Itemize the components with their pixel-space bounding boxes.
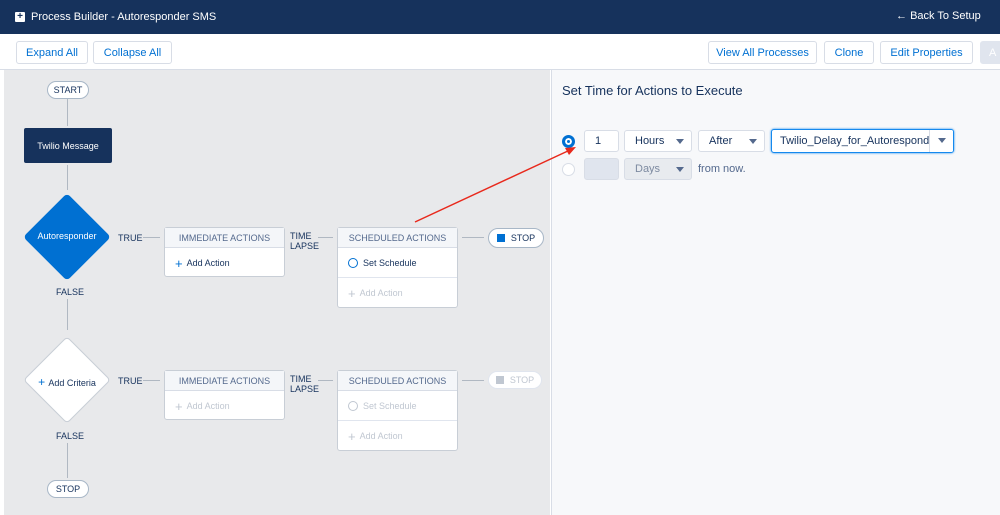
scheduled-actions-header: SCHEDULED ACTIONS — [338, 228, 457, 248]
date-field-select[interactable]: Twilio_Delay_for_Autoresponder — [771, 129, 954, 153]
time-unit-select[interactable]: Hours — [624, 130, 692, 152]
stop-square-icon — [495, 376, 504, 384]
view-all-processes-button[interactable]: View All Processes — [708, 41, 817, 64]
plus-icon: + — [348, 285, 356, 301]
app-header: + Process Builder - Autoresponder SMS ← … — [0, 0, 1000, 34]
activate-button[interactable]: A — [980, 41, 1000, 64]
plus-icon: + — [348, 428, 356, 444]
true-label: TRUE — [118, 376, 143, 386]
scheduled-actions-box: SCHEDULED ACTIONS Set Schedule + Add Acti… — [337, 227, 458, 308]
stop-node-disabled: STOP — [488, 371, 542, 389]
plus-icon: + — [175, 398, 183, 414]
time-lapse-label: TIME LAPSE — [290, 374, 320, 394]
back-to-setup-link[interactable]: ← Back To Setup — [896, 10, 981, 22]
plus-icon: + — [38, 375, 49, 389]
add-action-button: + Add Action — [175, 398, 230, 414]
panel-title: Set Time for Actions to Execute — [562, 83, 743, 98]
radio-option-2[interactable] — [562, 163, 575, 176]
time-number-input[interactable]: 1 — [584, 130, 619, 152]
immediate-actions-box: IMMEDIATE ACTIONS + Add Action — [164, 227, 285, 277]
edit-properties-button[interactable]: Edit Properties — [880, 41, 973, 64]
clock-icon — [348, 400, 358, 411]
immediate-actions-box: IMMEDIATE ACTIONS + Add Action — [164, 370, 285, 420]
scheduled-actions-box: SCHEDULED ACTIONS Set Schedule + Add Acti… — [337, 370, 458, 451]
set-schedule-button[interactable]: Set Schedule — [338, 248, 457, 278]
days-unit-select[interactable]: Days — [624, 158, 692, 180]
plus-icon: + — [175, 255, 183, 271]
chevron-down-icon — [929, 130, 953, 152]
process-builder-icon: + — [15, 12, 25, 22]
page-title: Process Builder - Autoresponder SMS — [31, 11, 217, 23]
collapse-all-button[interactable]: Collapse All — [93, 41, 172, 64]
from-now-label: from now. — [698, 163, 746, 175]
expand-all-button[interactable]: Expand All — [16, 41, 88, 64]
time-lapse-label: TIME LAPSE — [290, 231, 320, 251]
scheduled-actions-header: SCHEDULED ACTIONS — [338, 371, 457, 391]
set-schedule-button: Set Schedule — [338, 391, 457, 421]
immediate-actions-header: IMMEDIATE ACTIONS — [165, 228, 284, 248]
false-label: FALSE — [56, 431, 85, 441]
end-stop-node: STOP — [47, 480, 89, 498]
relation-select[interactable]: After — [698, 130, 765, 152]
true-label: TRUE — [118, 233, 143, 243]
stop-node: STOP — [488, 228, 544, 248]
days-number-input[interactable] — [584, 158, 619, 180]
add-scheduled-action-button[interactable]: + Add Action — [338, 278, 457, 308]
add-criteria-label[interactable]: + Add Criteria — [23, 375, 111, 389]
chevron-down-icon — [676, 167, 684, 172]
toolbar: Expand All Collapse All View All Process… — [0, 34, 1000, 70]
false-label: FALSE — [56, 287, 85, 297]
chevron-down-icon — [676, 139, 684, 144]
clock-icon — [348, 257, 358, 268]
clone-button[interactable]: Clone — [824, 41, 874, 64]
object-node[interactable]: Twilio Message — [24, 128, 112, 163]
start-node: START — [47, 81, 89, 99]
stop-square-icon — [496, 234, 505, 242]
arrow-left-icon: ← — [896, 10, 911, 22]
immediate-actions-header: IMMEDIATE ACTIONS — [165, 371, 284, 391]
criteria-label: Autoresponder — [37, 231, 97, 241]
chevron-down-icon — [749, 139, 757, 144]
add-scheduled-action-button: + Add Action — [348, 428, 403, 444]
add-action-button[interactable]: + Add Action — [165, 248, 284, 278]
radio-option-1[interactable] — [562, 135, 575, 148]
